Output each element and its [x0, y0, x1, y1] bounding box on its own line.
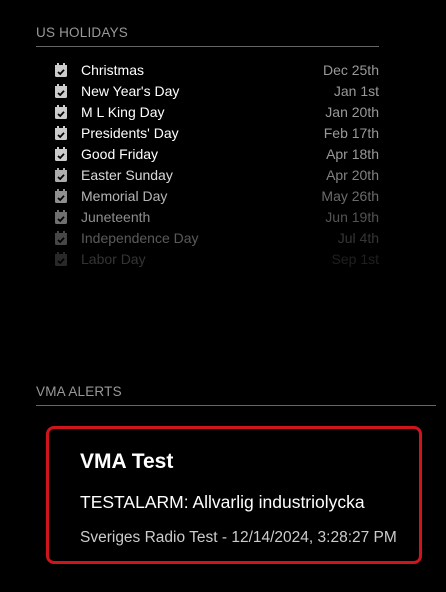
holiday-name: Labor Day	[81, 250, 146, 267]
holiday-row: Independence Day Jul 4th	[54, 227, 379, 248]
holiday-row: Juneteenth Jun 19th	[54, 206, 379, 227]
vma-alerts-header: VMA ALERTS	[36, 384, 122, 399]
calendar-check-icon	[54, 251, 68, 266]
holiday-name: Presidents' Day	[81, 124, 179, 141]
holiday-row: Memorial Day May 26th	[54, 185, 379, 206]
calendar-check-icon	[54, 83, 68, 98]
holiday-date: Jan 20th	[325, 103, 379, 120]
holiday-name: M L King Day	[81, 103, 165, 120]
holiday-date: Dec 25th	[322, 61, 379, 78]
holiday-date: May 26th	[321, 187, 379, 204]
holiday-name: Independence Day	[81, 229, 199, 246]
holiday-name: Good Friday	[81, 145, 159, 162]
holiday-row: M L King Day Jan 20th	[54, 101, 379, 122]
holiday-row: Christmas Dec 25th	[54, 59, 379, 80]
holiday-row: Good Friday Apr 18th	[54, 143, 379, 164]
holiday-date: Sep 1st	[331, 250, 379, 267]
vma-alerts-header-divider	[36, 405, 436, 406]
holiday-list: Christmas Dec 25th New Year's Day Jan 1st M …	[54, 59, 379, 269]
holiday-row: Easter Sunday Apr 20th	[54, 164, 379, 185]
holiday-date: Feb 17th	[323, 124, 379, 141]
calendar-check-icon	[54, 230, 68, 245]
holiday-date: Apr 18th	[326, 145, 379, 162]
holiday-row: Labor Day Sep 1st	[54, 248, 379, 269]
holidays-header: US HOLIDAYS	[36, 25, 128, 40]
magic-mirror-screen: US HOLIDAYS Christmas Dec 25th New Year's …	[0, 0, 446, 592]
calendar-check-icon	[54, 62, 68, 77]
calendar-check-icon	[54, 209, 68, 224]
holiday-date: Jun 19th	[325, 208, 379, 225]
holiday-name: Juneteenth	[81, 208, 151, 225]
calendar-check-icon	[54, 104, 68, 119]
alert-message: TESTALARM: Allvarlig industriolycka	[80, 492, 365, 512]
holiday-name: New Year's Day	[81, 82, 180, 99]
holiday-name: Memorial Day	[81, 187, 168, 204]
holiday-row: New Year's Day Jan 1st	[54, 80, 379, 101]
holiday-name: Easter Sunday	[81, 166, 173, 183]
holiday-row: Presidents' Day Feb 17th	[54, 122, 379, 143]
alert-source: Sveriges Radio Test - 12/14/2024, 3:28:2…	[80, 529, 397, 546]
calendar-check-icon	[54, 125, 68, 140]
holiday-date: Jul 4th	[337, 229, 379, 246]
calendar-check-icon	[54, 188, 68, 203]
holidays-header-divider	[36, 46, 379, 47]
holiday-name: Christmas	[81, 61, 145, 78]
calendar-check-icon	[54, 167, 68, 182]
calendar-check-icon	[54, 146, 68, 161]
holiday-date: Apr 20th	[326, 166, 379, 183]
alert-title: VMA Test	[80, 450, 174, 473]
vma-alert-card: VMA Test TESTALARM: Allvarlig industriol…	[46, 426, 422, 564]
holiday-date: Jan 1st	[333, 82, 379, 99]
